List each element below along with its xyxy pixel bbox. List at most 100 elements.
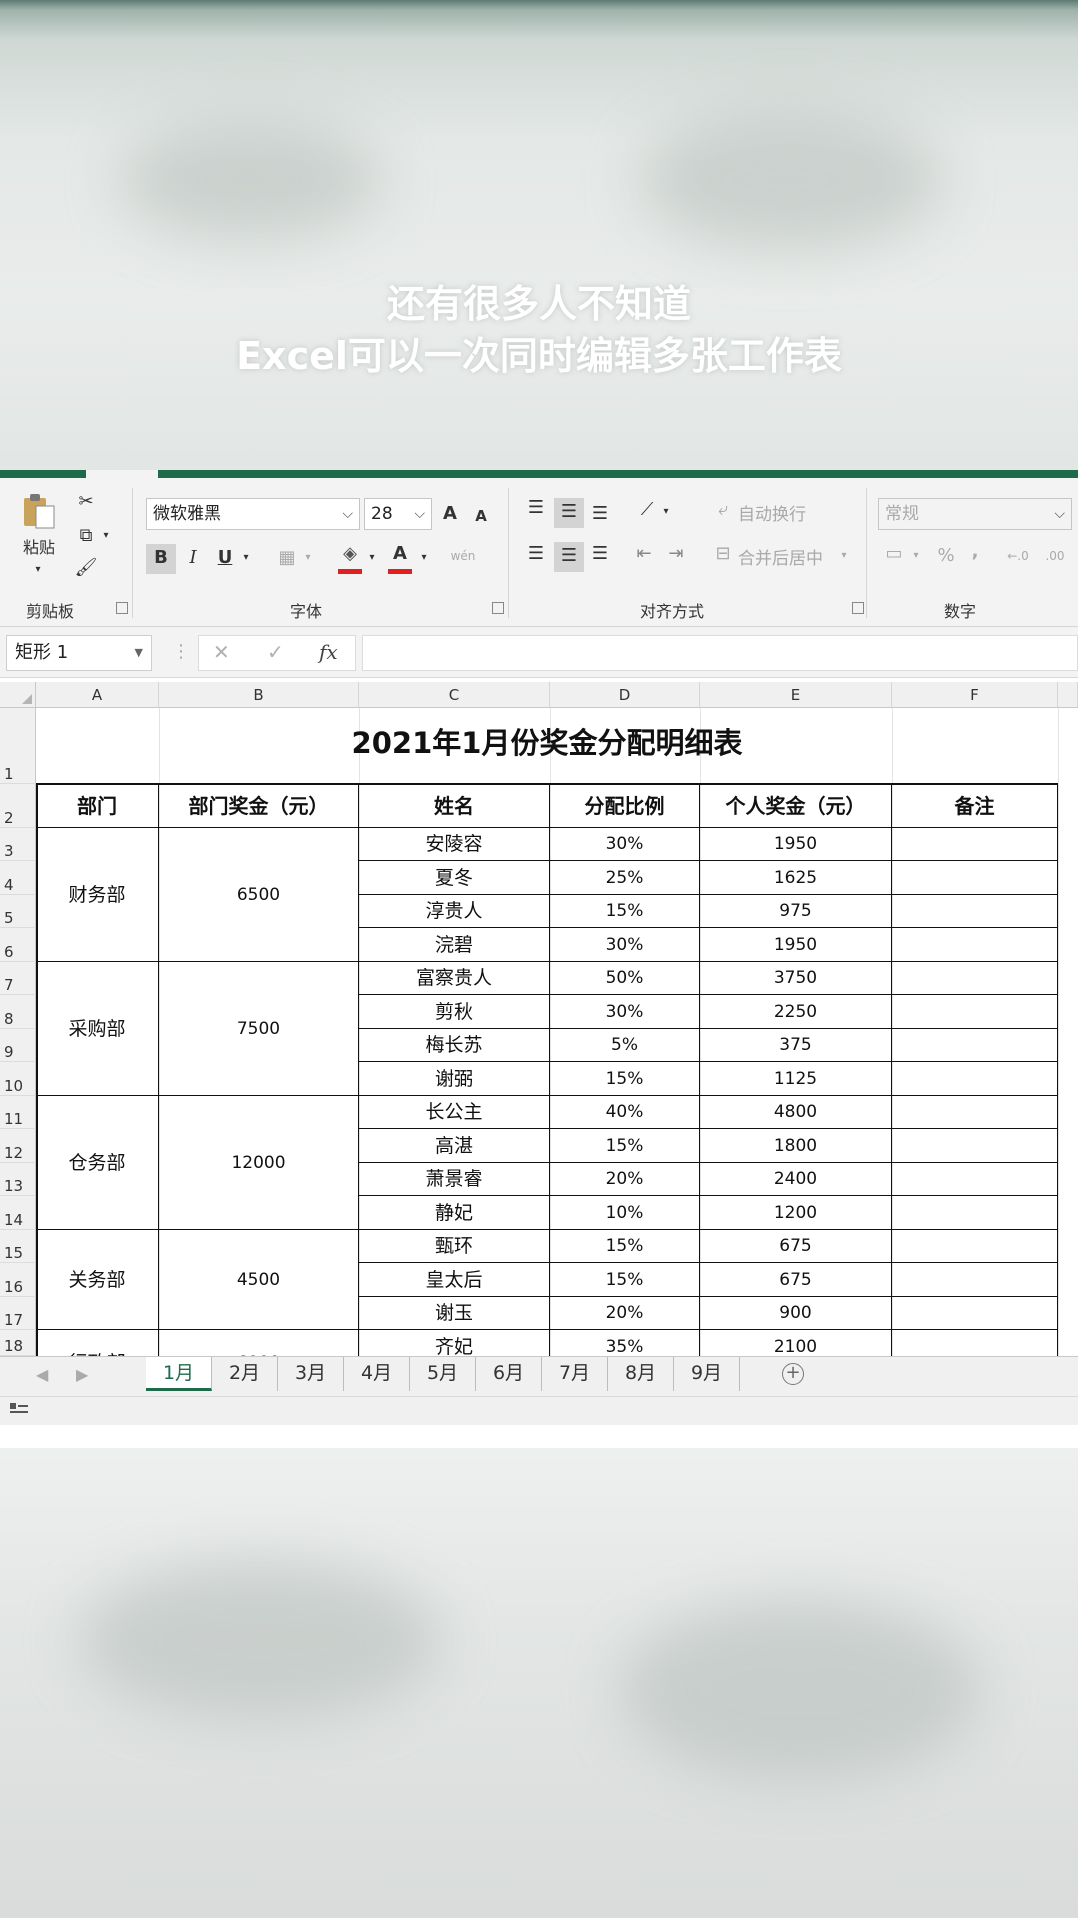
- paste-icon[interactable]: [20, 492, 58, 532]
- decrease-decimal-icon[interactable]: .00: [1040, 542, 1070, 570]
- remark-cell[interactable]: [892, 1263, 1058, 1297]
- department-cell[interactable]: 财务部: [36, 828, 159, 962]
- decrease-font-size-icon[interactable]: A: [470, 502, 492, 530]
- merge-center-button[interactable]: 合并后居中: [738, 544, 823, 569]
- increase-indent-icon[interactable]: ⇥: [662, 540, 690, 568]
- accounting-format-icon[interactable]: ▭: [880, 540, 908, 568]
- employee-name-cell[interactable]: 静妃: [359, 1196, 550, 1230]
- name-box[interactable]: 矩形 1 ▼: [6, 635, 152, 671]
- remark-cell[interactable]: [892, 828, 1058, 861]
- employee-name-cell[interactable]: 剪秋: [359, 995, 550, 1029]
- department-bonus-cell[interactable]: 6500: [159, 828, 359, 962]
- ratio-cell[interactable]: 15%: [550, 895, 700, 928]
- ratio-cell[interactable]: 15%: [550, 1230, 700, 1263]
- remark-cell[interactable]: [892, 962, 1058, 995]
- amount-cell[interactable]: 1200: [700, 1196, 892, 1230]
- row-header-6[interactable]: 6: [0, 928, 36, 962]
- column-header-d[interactable]: D: [550, 682, 700, 708]
- decrease-indent-icon[interactable]: ⇤: [630, 540, 658, 568]
- ratio-cell[interactable]: 50%: [550, 962, 700, 995]
- cancel-icon[interactable]: ✕: [213, 640, 230, 664]
- remark-cell[interactable]: [892, 1029, 1058, 1062]
- row-header-7[interactable]: 7: [0, 962, 36, 995]
- amount-cell[interactable]: 2100: [700, 1330, 892, 1356]
- amount-cell[interactable]: 900: [700, 1297, 892, 1330]
- font-name-select[interactable]: 微软雅黑 ⌵: [146, 498, 360, 530]
- remark-cell[interactable]: [892, 1163, 1058, 1196]
- remark-cell[interactable]: [892, 1196, 1058, 1230]
- amount-cell[interactable]: 1800: [700, 1129, 892, 1163]
- remark-cell[interactable]: [892, 1062, 1058, 1096]
- row-header-15[interactable]: 15: [0, 1230, 36, 1263]
- row-header-16[interactable]: 16: [0, 1263, 36, 1297]
- row-header-9[interactable]: 9: [0, 1029, 36, 1062]
- row-header-8[interactable]: 8: [0, 995, 36, 1029]
- row-header-2[interactable]: 2: [0, 784, 36, 828]
- align-middle-icon[interactable]: ☰: [554, 498, 584, 528]
- ratio-cell[interactable]: 20%: [550, 1297, 700, 1330]
- employee-name-cell[interactable]: 谢玉: [359, 1297, 550, 1330]
- amount-cell[interactable]: 675: [700, 1263, 892, 1297]
- employee-name-cell[interactable]: 皇太后: [359, 1263, 550, 1297]
- amount-cell[interactable]: 1950: [700, 828, 892, 861]
- ratio-cell[interactable]: 25%: [550, 861, 700, 895]
- employee-name-cell[interactable]: 浣碧: [359, 928, 550, 962]
- ratio-cell[interactable]: 40%: [550, 1096, 700, 1129]
- sheet-tab-8[interactable]: 8月: [608, 1357, 674, 1391]
- worksheet-grid[interactable]: 2021年1月份奖金分配明细表 部门 部门奖金（元） 姓名 分配比例 个人奖金（元） 备注财…: [36, 708, 1078, 1356]
- table-header-cell[interactable]: 备注: [892, 784, 1058, 828]
- department-cell[interactable]: 仓务部: [36, 1096, 159, 1230]
- accounting-dropdown-icon[interactable]: ▾: [910, 542, 922, 570]
- column-header-a[interactable]: A: [36, 682, 159, 708]
- table-header-cell[interactable]: 部门奖金（元）: [159, 784, 359, 828]
- remark-cell[interactable]: [892, 1297, 1058, 1330]
- column-header-e[interactable]: E: [700, 682, 892, 708]
- merge-dropdown-icon[interactable]: ▾: [838, 542, 850, 570]
- comma-style-button[interactable]: ,: [964, 538, 986, 566]
- clipboard-launcher-icon[interactable]: [116, 602, 128, 614]
- ratio-cell[interactable]: 15%: [550, 1062, 700, 1096]
- ratio-cell[interactable]: 15%: [550, 1129, 700, 1163]
- tab-scroll-left-icon[interactable]: ◀: [36, 1365, 48, 1384]
- employee-name-cell[interactable]: 夏冬: [359, 861, 550, 895]
- ratio-cell[interactable]: 10%: [550, 1196, 700, 1230]
- wrap-text-icon[interactable]: ⤶: [710, 496, 736, 524]
- column-header-b[interactable]: B: [159, 682, 359, 708]
- column-header-f[interactable]: F: [892, 682, 1058, 708]
- sheet-tab-5[interactable]: 5月: [410, 1357, 476, 1391]
- sheet-tab-6[interactable]: 6月: [476, 1357, 542, 1391]
- orientation-dropdown-icon[interactable]: ▾: [660, 498, 672, 526]
- sheet-tab-4[interactable]: 4月: [344, 1357, 410, 1391]
- insert-function-icon[interactable]: fx: [319, 640, 338, 664]
- copy-dropdown-icon[interactable]: ▾: [100, 522, 112, 550]
- formula-input[interactable]: [362, 635, 1078, 671]
- employee-name-cell[interactable]: 萧景睿: [359, 1163, 550, 1196]
- row-header-3[interactable]: 3: [0, 828, 36, 861]
- ratio-cell[interactable]: 30%: [550, 828, 700, 861]
- phonetic-guide-icon[interactable]: wén: [448, 542, 478, 570]
- row-header-18[interactable]: 18: [0, 1330, 36, 1356]
- amount-cell[interactable]: 2400: [700, 1163, 892, 1196]
- font-color-dropdown-icon[interactable]: ▾: [418, 544, 430, 572]
- paste-dropdown-icon[interactable]: ▾: [30, 556, 46, 584]
- borders-icon[interactable]: ▦: [274, 544, 300, 572]
- department-bonus-cell[interactable]: 4500: [159, 1230, 359, 1330]
- ratio-cell[interactable]: 15%: [550, 1263, 700, 1297]
- increase-decimal-icon[interactable]: ←.0: [1004, 542, 1032, 570]
- tab-scroll-right-icon[interactable]: ▶: [76, 1365, 88, 1384]
- remark-cell[interactable]: [892, 895, 1058, 928]
- align-bottom-icon[interactable]: ☰: [586, 500, 614, 528]
- align-left-icon[interactable]: ☰: [522, 540, 550, 568]
- department-bonus-cell[interactable]: 12000: [159, 1096, 359, 1230]
- amount-cell[interactable]: 375: [700, 1029, 892, 1062]
- department-bonus-cell[interactable]: 6000: [159, 1330, 359, 1356]
- employee-name-cell[interactable]: 安陵容: [359, 828, 550, 861]
- wrap-text-button[interactable]: 自动换行: [738, 500, 806, 525]
- table-header-cell[interactable]: 姓名: [359, 784, 550, 828]
- bold-button[interactable]: B: [146, 544, 176, 574]
- amount-cell[interactable]: 675: [700, 1230, 892, 1263]
- fill-color-dropdown-icon[interactable]: ▾: [366, 544, 378, 572]
- italic-button[interactable]: I: [180, 544, 206, 572]
- department-cell[interactable]: 采购部: [36, 962, 159, 1096]
- amount-cell[interactable]: 975: [700, 895, 892, 928]
